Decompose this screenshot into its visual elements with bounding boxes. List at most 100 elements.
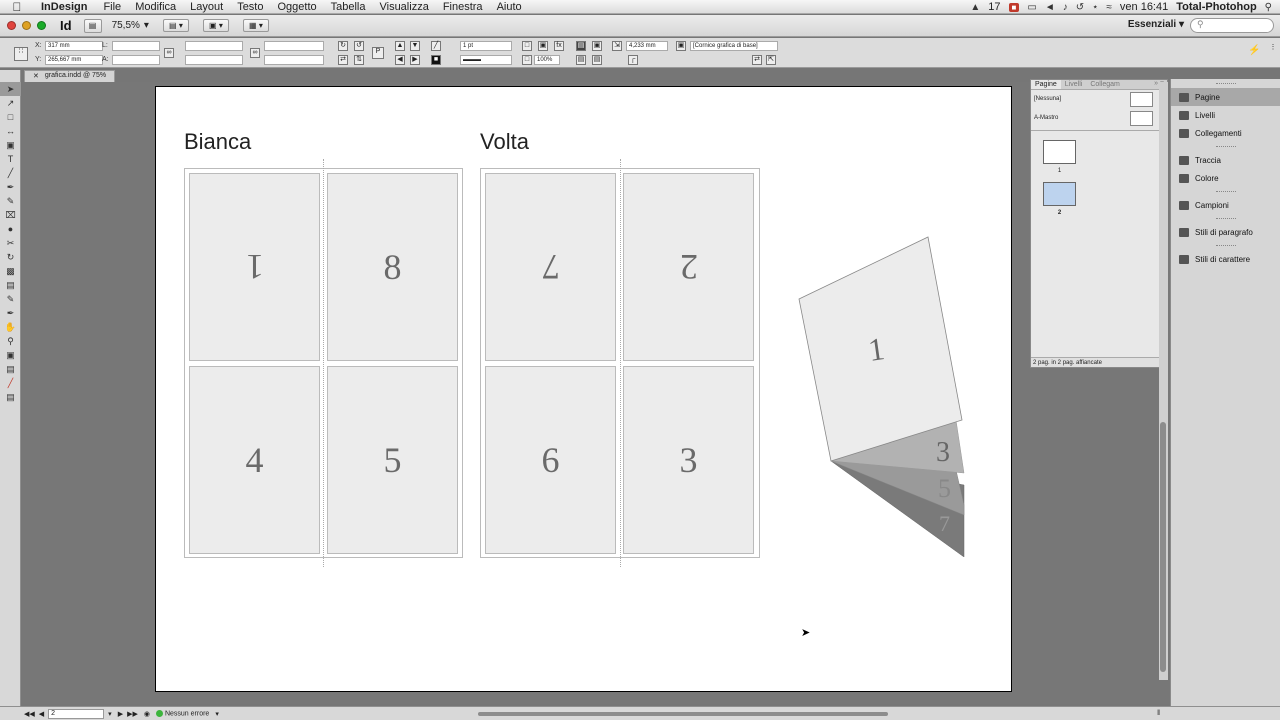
- menu-oggetto[interactable]: Oggetto: [270, 1, 323, 13]
- panel-page[interactable]: 4: [189, 366, 320, 554]
- corner-shape-icon[interactable]: ┌: [628, 55, 638, 65]
- lightning-icon[interactable]: ⚡: [1248, 46, 1260, 57]
- workspace-switcher[interactable]: Essenziali ▾: [1128, 19, 1184, 30]
- master-none-row[interactable]: [Nessuna]: [1031, 90, 1167, 109]
- bluetooth-icon[interactable]: ⋆: [1092, 2, 1098, 13]
- previous-page-icon[interactable]: ◀: [39, 710, 44, 718]
- select-previous-icon[interactable]: ◀: [395, 55, 405, 65]
- panel-page[interactable]: 7: [485, 173, 616, 361]
- scale-y-field[interactable]: [185, 55, 243, 65]
- zoom-window-icon[interactable]: [37, 21, 46, 30]
- close-window-icon[interactable]: [7, 21, 16, 30]
- menu-visualizza[interactable]: Visualizza: [372, 1, 435, 13]
- dock-item-campioni[interactable]: Campioni: [1171, 196, 1280, 214]
- adobe-status-icon[interactable]: ▲: [970, 2, 980, 13]
- width-field[interactable]: [112, 41, 160, 51]
- close-tab-icon[interactable]: ✕: [33, 72, 39, 81]
- dock-item-stili-paragrafo[interactable]: Stili di paragrafo: [1171, 223, 1280, 241]
- stroke-weight-field[interactable]: 1 pt: [460, 41, 512, 51]
- corner-options-icon[interactable]: ⇲: [612, 41, 622, 51]
- menu-layout[interactable]: Layout: [183, 1, 230, 13]
- spotlight-search-icon[interactable]: ⚲: [1265, 2, 1272, 13]
- fit-frame-icon[interactable]: ⇱: [766, 55, 776, 65]
- tab-pagine[interactable]: Pagine: [1031, 80, 1061, 89]
- preflight-menu-chevron-icon[interactable]: ▾: [215, 710, 219, 718]
- preflight-toggle-icon[interactable]: ◉: [144, 710, 150, 718]
- height-field[interactable]: [112, 55, 160, 65]
- time-machine-icon[interactable]: ↺: [1076, 2, 1084, 13]
- bridge-button[interactable]: ▤: [83, 18, 102, 33]
- dock-item-pagine[interactable]: Pagine: [1171, 88, 1280, 106]
- dock-grip[interactable]: [1171, 79, 1280, 88]
- apple-menu-icon[interactable]: : [0, 0, 34, 14]
- minimize-window-icon[interactable]: [22, 21, 31, 30]
- rectangle-frame-tool-icon[interactable]: ⌧: [0, 208, 21, 222]
- fill-stroke-icon[interactable]: ▣: [0, 348, 21, 362]
- content-collector-icon[interactable]: ▣: [0, 138, 21, 152]
- split-view-icon[interactable]: ‖: [1157, 710, 1160, 717]
- panel-page[interactable]: 5: [327, 366, 458, 554]
- tab-livelli[interactable]: Livelli: [1061, 80, 1087, 89]
- constrain-proportions-icon[interactable]: ∞: [164, 48, 174, 58]
- gap-tool-icon[interactable]: ↔: [0, 124, 21, 138]
- dock-item-livelli[interactable]: Livelli: [1171, 106, 1280, 124]
- document-page[interactable]: Bianca 1 8 4 5 Volta 7 2 6 3 1 3 5 7: [155, 86, 1012, 692]
- vertical-scrollbar[interactable]: [1159, 82, 1168, 680]
- dock-grip[interactable]: [1171, 187, 1280, 196]
- vertical-scrollbar-thumb[interactable]: [1160, 422, 1166, 672]
- reference-point-icon[interactable]: ∷: [14, 47, 28, 61]
- screen-mode-dropdown[interactable]: ▣ ▾: [202, 19, 229, 32]
- tab-collegamenti[interactable]: Collegam: [1086, 80, 1124, 89]
- fill-swatch-icon[interactable]: ╱: [431, 41, 441, 51]
- drop-shadow-icon[interactable]: □: [522, 41, 532, 51]
- stroke-type-select[interactable]: ▬▬▬: [460, 55, 512, 65]
- last-page-icon[interactable]: ▶▶: [127, 710, 138, 718]
- corner-size-field[interactable]: 4,233 mm: [626, 41, 668, 51]
- horizontal-scrollbar-thumb[interactable]: [478, 712, 888, 716]
- view-options-dropdown[interactable]: ▤ ▾: [162, 19, 189, 32]
- gradient-feather-tool-icon[interactable]: ▤: [0, 278, 21, 292]
- menu-file[interactable]: File: [96, 1, 128, 13]
- menu-tabella[interactable]: Tabella: [324, 1, 373, 13]
- panel-page[interactable]: 6: [485, 366, 616, 554]
- text-wrap-bounding-icon[interactable]: ▣: [592, 41, 602, 51]
- flip-vertical-icon[interactable]: ⇅: [354, 55, 364, 65]
- text-wrap-none-icon[interactable]: ▤: [576, 41, 586, 51]
- text-wrap-jump-icon[interactable]: ▤: [592, 55, 602, 65]
- hand-tool-icon[interactable]: ✋: [0, 320, 21, 334]
- page-thumbnail-1[interactable]: [1043, 140, 1076, 164]
- page-number-field[interactable]: 2: [48, 708, 105, 719]
- user-name[interactable]: Total-Photohop: [1176, 1, 1256, 13]
- scissors-tool-icon[interactable]: ✂: [0, 236, 21, 250]
- apply-none-icon[interactable]: ╱: [0, 376, 21, 390]
- zoom-tool-icon[interactable]: ⚲: [0, 334, 21, 348]
- object-style-select[interactable]: [Cornice grafica di base]: [690, 41, 778, 51]
- arrange-documents-dropdown[interactable]: ▦ ▾: [242, 19, 269, 32]
- menu-aiuto[interactable]: Aiuto: [490, 1, 529, 13]
- y-position-field[interactable]: 265,667 mm: [45, 55, 103, 65]
- dock-grip[interactable]: [1171, 214, 1280, 223]
- x-position-field[interactable]: 317 mm: [45, 41, 103, 51]
- formatting-affects-icon[interactable]: ▤: [0, 362, 21, 376]
- menu-modifica[interactable]: Modifica: [128, 1, 183, 13]
- effects-fx-icon[interactable]: fx: [554, 41, 564, 51]
- folded-booklet-illustration[interactable]: 1 3 5 7: [796, 235, 966, 557]
- select-content-icon[interactable]: ▼: [410, 41, 420, 51]
- fitting-icon[interactable]: ⇄: [752, 55, 762, 65]
- tools-panel-grip[interactable]: [0, 70, 20, 82]
- panel-menu-icon[interactable]: ⋮: [1268, 44, 1278, 54]
- free-transform-tool-icon[interactable]: ↻: [0, 250, 21, 264]
- notification-badge-icon[interactable]: ■: [1008, 2, 1020, 12]
- rotate-ccw-icon[interactable]: ↺: [354, 41, 364, 51]
- direct-selection-tool-icon[interactable]: ↗: [0, 96, 21, 110]
- select-next-icon[interactable]: ▶: [410, 55, 420, 65]
- dock-item-stili-carattere[interactable]: Stili di carattere: [1171, 250, 1280, 268]
- display-icon[interactable]: ▭: [1027, 2, 1036, 13]
- menu-testo[interactable]: Testo: [230, 1, 270, 13]
- wifi-icon[interactable]: ≈: [1106, 2, 1112, 13]
- stroke-swatch-icon[interactable]: ■: [431, 55, 441, 65]
- page-menu-chevron-icon[interactable]: ▾: [108, 710, 112, 718]
- screen-mode-icon[interactable]: ▤: [0, 390, 21, 404]
- shadow-icon[interactable]: ▣: [538, 41, 548, 51]
- panel-page[interactable]: 2: [623, 173, 754, 361]
